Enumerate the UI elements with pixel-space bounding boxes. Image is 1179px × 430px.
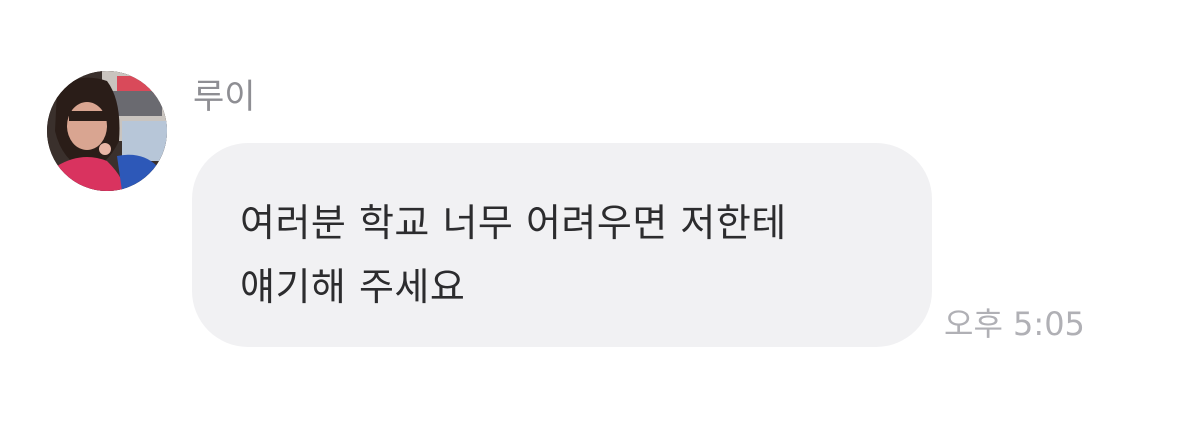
sender-name: 루이 — [193, 77, 256, 117]
message-line: 얘기해 주세요 — [240, 265, 466, 309]
profile-photo-icon — [47, 71, 167, 191]
avatar[interactable] — [47, 71, 167, 191]
message-bubble[interactable]: 여러분 학교 너무 어려우면 저한테 얘기해 주세요 — [192, 143, 932, 347]
message-line: 여러분 학교 너무 어려우면 저한테 — [240, 201, 787, 245]
message-timestamp: 오후 5:05 — [944, 305, 1085, 343]
